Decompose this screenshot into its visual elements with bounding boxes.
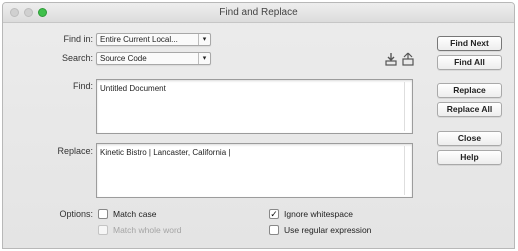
replace-text: Kinetic Bistro | Lancaster, California |	[100, 148, 231, 157]
search-value: Source Code	[100, 54, 147, 63]
replace-textarea[interactable]: Kinetic Bistro | Lancaster, California |	[96, 143, 413, 198]
match-case-checkbox[interactable]	[98, 209, 108, 219]
replace-all-button[interactable]: Replace All	[437, 102, 502, 117]
find-text: Untitled Document	[100, 84, 166, 93]
replace-label: Replace:	[57, 146, 93, 156]
find-scrollbar[interactable]	[404, 82, 410, 131]
use-regex-checkbox[interactable]	[269, 225, 279, 235]
find-in-label: Find in:	[63, 34, 93, 44]
match-whole-word-label: Match whole word	[113, 225, 182, 235]
find-in-value: Entire Current Local...	[100, 35, 178, 44]
download-icon[interactable]	[384, 52, 398, 66]
options-label: Options:	[59, 209, 93, 219]
window-title: Find and Replace	[219, 7, 298, 18]
match-case-label: Match case	[113, 209, 157, 219]
find-all-button[interactable]: Find All	[437, 55, 502, 70]
save-icon[interactable]	[401, 52, 415, 66]
close-button[interactable]: Close	[437, 131, 502, 146]
chevron-down-icon: ▾	[198, 34, 210, 45]
chevron-down-icon: ▾	[198, 53, 210, 64]
use-regex-label: Use regular expression	[284, 225, 372, 235]
replace-scrollbar[interactable]	[404, 146, 410, 195]
find-in-select[interactable]: Entire Current Local... ▾	[96, 33, 211, 46]
search-label: Search:	[61, 53, 93, 63]
match-whole-word-checkbox	[98, 225, 108, 235]
find-label: Find:	[72, 81, 93, 91]
replace-button[interactable]: Replace	[437, 83, 502, 98]
help-button[interactable]: Help	[437, 150, 502, 165]
find-next-button[interactable]: Find Next	[437, 36, 502, 51]
find-textarea[interactable]: Untitled Document	[96, 79, 413, 134]
title-bar: Find and Replace	[3, 3, 514, 23]
ignore-whitespace-checkbox[interactable]: ✓	[269, 209, 279, 219]
find-replace-dialog: Find and Replace Find in: Entire Current…	[2, 2, 515, 249]
search-select[interactable]: Source Code ▾	[96, 52, 211, 65]
checkmark-icon: ✓	[270, 209, 278, 219]
ignore-whitespace-label: Ignore whitespace	[284, 209, 353, 219]
